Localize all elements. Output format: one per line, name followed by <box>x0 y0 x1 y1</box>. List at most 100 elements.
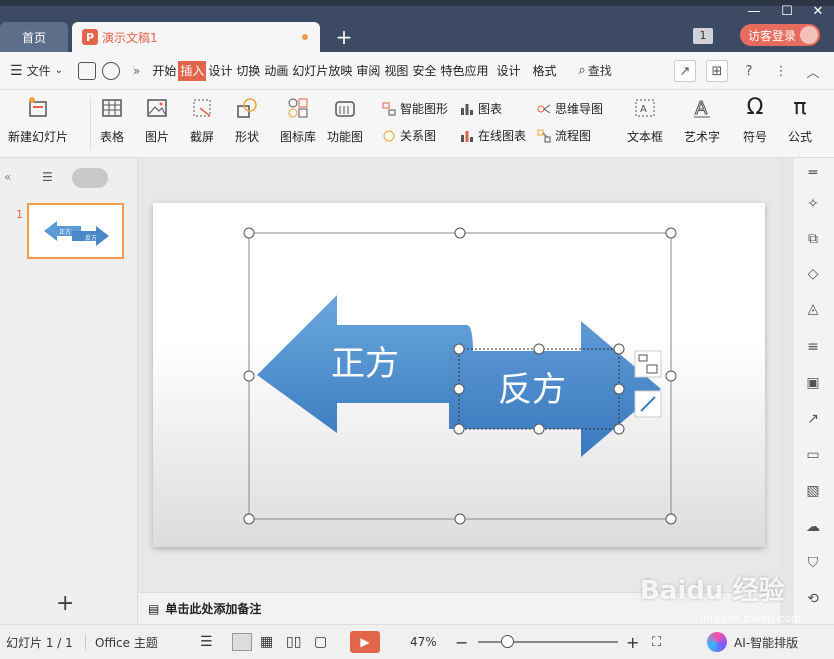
menu-review[interactable]: 审阅 <box>354 61 382 81</box>
right-arrow-text[interactable]: 反方 <box>498 370 566 410</box>
outline-view-icon[interactable]: ☰ <box>42 170 53 184</box>
add-slide-button[interactable]: + <box>56 591 74 616</box>
online-chart-icon <box>461 130 473 142</box>
new-slide-icon <box>29 97 47 117</box>
help-icon[interactable]: ? <box>738 60 760 82</box>
theme-name[interactable]: Office 主题 <box>95 634 158 651</box>
slide-sorter-icon[interactable]: ▦ <box>260 634 273 650</box>
collapse-ribbon-icon[interactable]: ︿ <box>802 60 824 82</box>
chart-button[interactable]: 图表 <box>460 100 502 117</box>
slide[interactable]: 正方 反方 <box>153 203 765 547</box>
maximize-icon[interactable]: ☐ <box>777 4 797 19</box>
save-icon[interactable] <box>77 61 96 80</box>
textbox-button[interactable]: A 文本框 <box>627 96 663 145</box>
screenshot-button[interactable]: 截屏 <box>190 96 214 145</box>
menu-transition[interactable]: 切换 <box>234 61 262 81</box>
ai-icon[interactable] <box>707 632 727 652</box>
login-button[interactable]: 访客登录 <box>740 24 820 46</box>
mindmap-icon <box>537 104 551 113</box>
ai-layout-label[interactable]: AI-智能排版 <box>734 634 798 651</box>
zoom-out-icon[interactable]: − <box>455 633 468 652</box>
more-icon[interactable]: ⋮ <box>770 60 792 82</box>
function-chart-button[interactable]: 功能图 <box>327 96 363 145</box>
menu-view[interactable]: 视图 <box>382 61 410 81</box>
symbol-label: 符号 <box>743 130 768 144</box>
pi-icon: π <box>793 95 807 120</box>
sidebar-menu-icon[interactable]: ═ <box>804 164 822 182</box>
copy-icon[interactable]: ⧉ <box>804 230 822 248</box>
collapse-panel-icon[interactable]: « <box>4 170 11 184</box>
icon-library-button[interactable]: 图标库 <box>280 96 316 145</box>
collab-icon[interactable]: ⊞ <box>706 60 728 82</box>
flowchart-button[interactable]: 流程图 <box>537 127 591 144</box>
menu-design-2[interactable]: 设计 <box>494 61 522 81</box>
picture-panel-icon[interactable]: ▣ <box>804 374 822 392</box>
wordart-button[interactable]: A 艺术字 <box>684 96 720 145</box>
reading-view-icon[interactable]: ▯▯ <box>286 634 301 650</box>
minimize-icon[interactable]: — <box>744 4 764 19</box>
zoom-level[interactable]: 47% <box>410 635 437 649</box>
new-slide-button[interactable]: 新建幻灯片 <box>8 96 68 145</box>
login-label: 访客登录 <box>748 28 797 43</box>
thumbnail-view-icon[interactable] <box>72 168 108 188</box>
notes-toggle-icon[interactable]: ☰ <box>200 634 213 650</box>
normal-view-icon[interactable] <box>232 633 252 651</box>
menu-design[interactable]: 设计 <box>206 61 234 81</box>
zoom-slider[interactable] <box>478 641 618 643</box>
picture-button[interactable]: 图片 <box>145 96 169 145</box>
zoom-slider-knob[interactable] <box>501 635 514 648</box>
left-arrow-text[interactable]: 正方 <box>331 344 399 384</box>
tab-document[interactable]: P 演示文稿1 <box>72 22 320 52</box>
play-slideshow-button[interactable]: ▶ <box>350 631 380 653</box>
picture-icon <box>147 99 167 117</box>
more-chevrons-icon[interactable]: » <box>133 64 140 78</box>
menu-insert[interactable]: 插入 <box>178 60 207 81</box>
formula-label: 公式 <box>788 130 813 144</box>
menu-security[interactable]: 安全 <box>410 61 438 81</box>
menu-start[interactable]: 开始 <box>150 61 178 81</box>
shape-style-icon[interactable]: ◇ <box>804 265 822 283</box>
slide-counter: 幻灯片 1 / 1 <box>6 635 73 650</box>
history-icon[interactable]: ⟲ <box>804 590 822 608</box>
window-count-badge[interactable]: 1 <box>693 28 713 44</box>
flowchart-label: 流程图 <box>555 129 592 143</box>
image-icon[interactable]: ▧ <box>804 482 822 500</box>
online-chart-button[interactable]: 在线图表 <box>460 127 526 144</box>
slide-thumbnail[interactable]: 正方 反方 <box>27 203 124 259</box>
formula-button[interactable]: π 公式 <box>788 96 812 145</box>
mindmap-label: 思维导图 <box>555 102 604 116</box>
shape-button[interactable]: 形状 <box>235 96 259 145</box>
backup-icon[interactable]: ☁ <box>804 518 822 536</box>
table-button[interactable]: 表格 <box>100 96 124 145</box>
shield-icon[interactable]: ⛉ <box>804 554 822 572</box>
menu-animation[interactable]: 动画 <box>262 61 290 81</box>
relation-button[interactable]: 关系图 <box>382 127 436 144</box>
share-panel-icon[interactable]: ↗ <box>804 410 822 428</box>
menu-format[interactable]: 格式 <box>530 61 558 81</box>
fit-window-icon[interactable]: ⛶ <box>652 635 661 650</box>
menu-slideshow[interactable]: 幻灯片放映 <box>290 61 354 81</box>
tab-home[interactable]: 首页 <box>0 22 68 52</box>
format-painter-icon[interactable] <box>101 61 120 80</box>
search-button[interactable]: ⌕ 查找 <box>579 62 612 79</box>
fill-icon[interactable]: ◬ <box>804 300 822 318</box>
animation-icon[interactable]: ✧ <box>804 195 822 213</box>
file-menu[interactable]: ☰ 文件 ⌄ <box>0 62 63 79</box>
mindmap-button[interactable]: 思维导图 <box>537 100 603 117</box>
new-slide-label: 新建幻灯片 <box>8 130 69 144</box>
zoom-in-icon[interactable]: + <box>626 633 639 652</box>
smart-graphic-button[interactable]: 智能图形 <box>382 100 448 117</box>
picture-label: 图片 <box>145 130 170 144</box>
wordart-label: 艺术字 <box>684 130 721 144</box>
menu-features[interactable]: 特色应用 <box>438 61 490 81</box>
close-icon[interactable]: ✕ <box>808 4 828 19</box>
share-icon[interactable]: ↗ <box>674 60 696 82</box>
thumbnail-arrows: 正方 反方 <box>44 221 109 246</box>
vertical-scrollbar[interactable] <box>780 158 794 624</box>
new-tab-button[interactable]: + <box>330 22 358 52</box>
archive-icon[interactable]: ▭ <box>804 446 822 464</box>
presenter-icon[interactable]: ▢ <box>314 634 327 650</box>
smart-graphic-label: 智能图形 <box>400 102 449 116</box>
properties-icon[interactable]: ≡ <box>804 338 822 356</box>
symbol-button[interactable]: Ω 符号 <box>743 96 767 145</box>
